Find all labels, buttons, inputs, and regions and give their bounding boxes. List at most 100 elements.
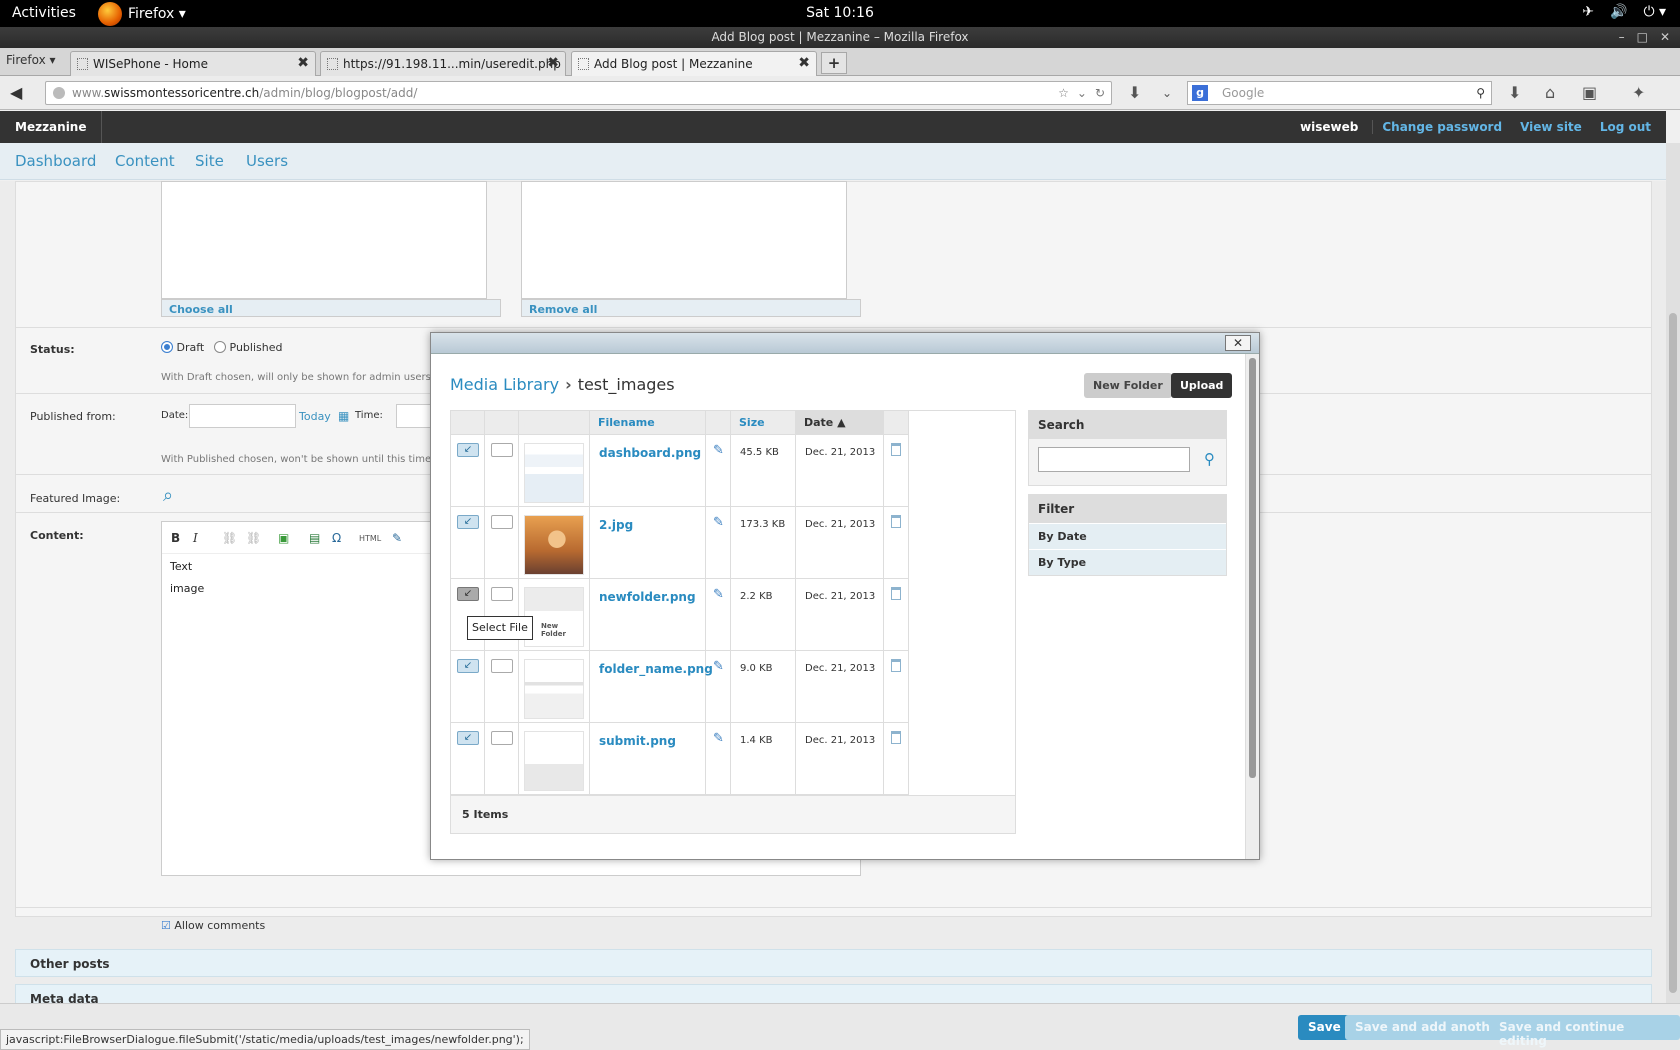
upload-button[interactable]: Upload [1171,373,1233,398]
admin-brand[interactable]: Mezzanine [0,111,103,143]
close-tab-icon[interactable]: ✖ [798,55,810,71]
image-browser-icon[interactable]: ⌕ [163,485,173,506]
search-bar[interactable]: g Google ⚲ [1187,81,1492,105]
firefox-menu-button[interactable]: Firefox ▾ [6,53,56,67]
filename-link[interactable]: 2.jpg [599,518,633,532]
status-draft-option[interactable]: Draft [161,341,204,354]
pencil-icon[interactable]: ✎ [713,587,724,602]
row-checkbox[interactable] [491,659,513,673]
remove-all-link[interactable]: Remove all [521,299,861,317]
available-categories-list[interactable] [161,181,487,299]
allow-comments-field[interactable]: ☑ Allow comments [161,919,265,932]
save-and-continue-button[interactable]: Save and continue editing [1489,1015,1680,1048]
filename-link[interactable]: newfolder.png [599,590,696,604]
reload-icon[interactable]: ↻ [1095,82,1105,104]
insert-media-icon[interactable]: ▤ [309,531,320,545]
clock[interactable]: Sat 10:16 [0,5,1680,21]
back-arrow-icon[interactable]: ◀ [10,83,22,102]
pencil-icon[interactable]: ✎ [713,659,724,674]
header-date[interactable]: Date ▲ [796,411,884,435]
filename-link[interactable]: folder_name.png [599,662,713,676]
today-link[interactable]: Today [299,410,331,423]
search-icon[interactable]: ⚲ [1476,82,1485,104]
filename-link[interactable]: submit.png [599,734,676,748]
chosen-categories-list[interactable] [521,181,847,299]
bookmarks-menu-icon[interactable]: ▣ [1582,83,1597,102]
home-icon[interactable]: ⌂ [1545,83,1555,102]
edit-icon[interactable]: ✎ [392,531,402,545]
url-bar[interactable]: www.swissmontessoricentre.ch/admin/blog/… [45,81,1112,105]
pencil-icon[interactable]: ✎ [713,731,724,746]
thumbnail-image[interactable] [524,659,584,719]
system-tray[interactable]: ✈ 🔊 ⏻ ▾ [1582,4,1666,20]
close-tab-icon[interactable]: ✖ [547,55,559,71]
minimize-icon[interactable]: – [1619,27,1625,48]
select-file-icon[interactable]: ↙ [457,515,479,529]
new-tab-button[interactable]: + [821,52,847,74]
filter-by-date[interactable]: By Date [1029,523,1226,549]
trash-icon[interactable] [891,443,901,456]
download-arrow-icon[interactable]: ⬇ [1508,83,1521,102]
trash-icon[interactable] [891,515,901,528]
row-checkbox[interactable] [491,587,513,601]
dialog-scrollbar-thumb[interactable] [1249,358,1256,778]
row-checkbox[interactable] [491,443,513,457]
volume-icon[interactable]: 🔊 [1610,4,1627,20]
bookmark-star-icon[interactable]: ☆ [1058,82,1069,104]
bold-icon[interactable]: B [171,531,180,545]
insert-image-icon[interactable]: ▣ [278,531,289,545]
dialog-scrollbar[interactable] [1245,354,1259,859]
downloads-blocked-icon[interactable]: ⬇ [1128,83,1141,102]
thumbnail-image[interactable] [524,515,584,575]
search-icon[interactable]: ⚲ [1204,450,1215,468]
trash-icon[interactable] [891,659,901,672]
unlink-icon[interactable]: ⛓ [246,531,261,545]
log-out-link[interactable]: Log out [1591,120,1660,134]
breadcrumb-media-library[interactable]: Media Library [450,375,559,394]
addon-icon[interactable]: ✦ [1632,83,1645,102]
site-identity-icon[interactable] [53,87,65,99]
pencil-icon[interactable]: ✎ [713,515,724,530]
link-icon[interactable]: ⛓ [222,531,237,545]
header-filename[interactable]: Filename [590,411,706,435]
pencil-icon[interactable]: ✎ [713,443,724,458]
dialog-titlebar[interactable]: ✕ [431,333,1259,354]
thumbnail-image[interactable] [524,731,584,791]
menu-content[interactable]: Content [115,152,175,170]
row-checkbox[interactable] [491,731,513,745]
close-tab-icon[interactable]: ✖ [297,55,309,71]
select-file-icon[interactable]: ↙ [457,443,479,457]
trash-icon[interactable] [891,587,901,600]
maximize-icon[interactable]: □ [1637,27,1648,48]
trash-icon[interactable] [891,731,901,744]
row-checkbox[interactable] [491,515,513,529]
filename-link[interactable]: dashboard.png [599,446,701,460]
chevron-down-icon[interactable]: ⌄ [1162,86,1172,100]
tab-wisephone[interactable]: WISePhone - Home ✖ [70,51,316,76]
thumbnail-image[interactable]: New Folder [524,587,584,647]
select-file-icon[interactable]: ↙ [457,587,479,601]
menu-dashboard[interactable]: Dashboard [15,152,96,170]
page-scrollbar[interactable] [1666,143,1680,1003]
new-folder-button[interactable]: New Folder [1084,373,1172,398]
calendar-icon[interactable]: ▦ [338,409,349,423]
power-icon[interactable]: ⏻ ▾ [1643,4,1666,20]
airplane-icon[interactable]: ✈ [1582,4,1594,20]
history-dropdown-icon[interactable]: ⌄ [1077,82,1087,104]
draft-radio[interactable] [161,341,173,353]
thumbnail-image[interactable] [524,443,584,503]
close-window-icon[interactable]: ✕ [1660,27,1670,48]
menu-site[interactable]: Site [195,152,224,170]
published-radio[interactable] [214,341,226,353]
special-character-icon[interactable]: Ω [332,531,341,545]
choose-all-link[interactable]: Choose all [161,299,501,317]
close-dialog-icon[interactable]: ✕ [1225,335,1251,351]
view-site-link[interactable]: View site [1511,120,1591,134]
filter-by-type[interactable]: By Type [1029,549,1226,575]
header-size[interactable]: Size [731,411,796,435]
meta-data-section[interactable]: Meta data [15,984,1652,1003]
change-password-link[interactable]: Change password [1373,120,1511,134]
select-file-icon[interactable]: ↙ [457,731,479,745]
google-engine-icon[interactable]: g [1192,85,1208,101]
other-posts-section[interactable]: Other posts [15,949,1652,977]
